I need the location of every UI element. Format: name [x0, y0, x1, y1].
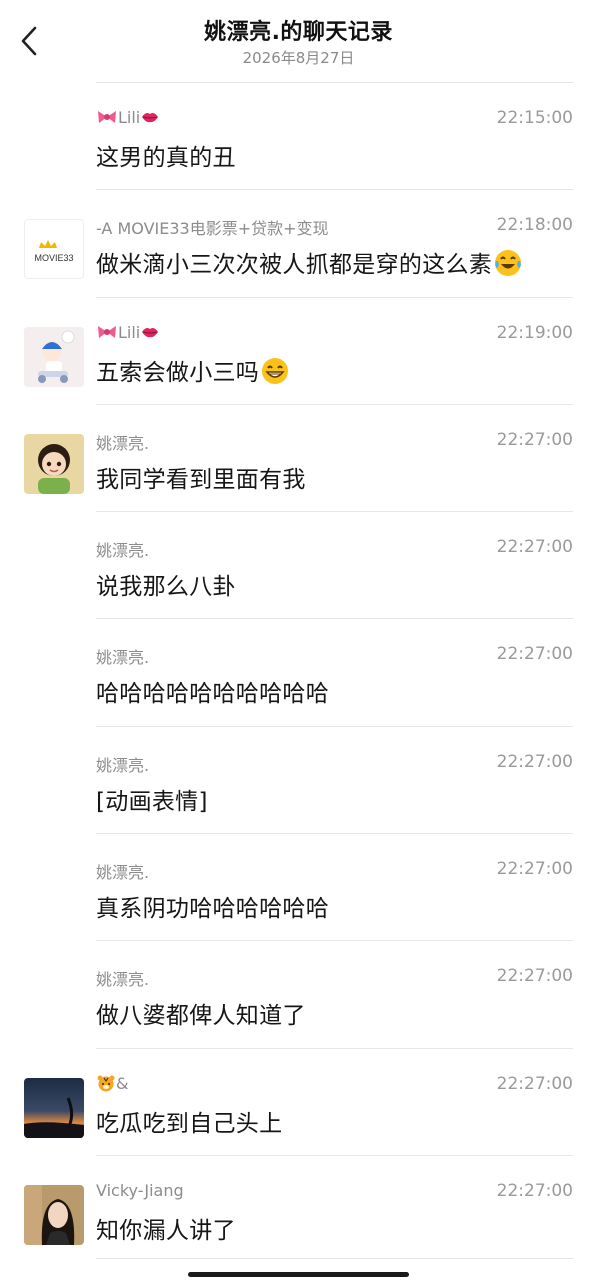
message-text: 知你漏人讲了 — [96, 1217, 236, 1244]
message-time: 22:19:00 — [496, 322, 573, 343]
message-text: [动画表情] — [96, 788, 208, 815]
divider — [96, 1047, 573, 1049]
sender-name: 姚漂亮. — [96, 755, 150, 775]
message-text: 做八婆都俾人知道了 — [96, 1003, 306, 1030]
message-text: 吃瓜吃到自己头上 — [96, 1110, 283, 1137]
sender-name: Vicky-Jiang — [96, 1180, 184, 1200]
ribbon-bow-icon — [98, 325, 116, 338]
sender-name: 姚漂亮. — [96, 541, 150, 561]
divider — [96, 1258, 573, 1259]
tiger-face-icon — [97, 1075, 115, 1092]
message-time: 22:27:00 — [496, 429, 573, 450]
sender-name: 姚漂亮. — [96, 433, 150, 453]
sender-name: 姚漂亮. — [96, 648, 150, 668]
divider — [96, 403, 573, 405]
message-time: 22:27:00 — [496, 1180, 573, 1201]
message-item[interactable]: & 22:27:00 吃瓜吃到自己头上 — [0, 1047, 597, 1155]
message-item[interactable]: 姚漂亮. 22:27:00 我同学看到里面有我 — [0, 403, 597, 511]
home-indicator[interactable] — [188, 1272, 409, 1277]
message-item[interactable]: 姚漂亮. 22:27:00 [动画表情] — [0, 725, 597, 833]
divider — [96, 618, 573, 620]
sender-name: 姚漂亮. — [96, 970, 150, 990]
avatar[interactable] — [24, 326, 84, 387]
divider — [96, 940, 573, 942]
divider — [96, 833, 573, 835]
message-text: 哈哈哈哈哈哈哈哈哈哈 — [96, 681, 329, 708]
message-time: 22:18:00 — [496, 215, 573, 236]
message-time: 22:27:00 — [496, 859, 573, 880]
avatar[interactable] — [24, 1077, 84, 1138]
message-text: 做米滴小三次次被人抓都是穿的这么素 — [96, 245, 523, 279]
laughing-tears-emoji-icon — [495, 250, 522, 277]
message-item[interactable]: 姚漂亮. 22:27:00 真系阴功哈哈哈哈哈哈 — [0, 833, 597, 940]
message-time: 22:27:00 — [496, 966, 573, 987]
message-list[interactable]: Lili 22:15:00 这男的真的丑 MOVIE33 -A MOVIE33电… — [0, 82, 597, 1262]
chat-date: 2026年8月27日 — [242, 49, 355, 67]
avatar[interactable]: MOVIE33 — [24, 219, 84, 280]
page-title: 姚漂亮.的聊天记录 — [204, 20, 393, 45]
woman-photo-avatar — [24, 1184, 84, 1245]
message-text: 说我那么八卦 — [96, 574, 236, 601]
message-text: 五索会做小三吗 — [96, 353, 290, 387]
avatar[interactable] — [24, 433, 84, 494]
message-item[interactable]: 姚漂亮. 22:27:00 做八婆都俾人知道了 — [0, 940, 597, 1047]
divider — [96, 296, 573, 298]
sunset-photo-avatar — [24, 1077, 84, 1138]
sender-name: 姚漂亮. — [96, 863, 150, 883]
divider — [96, 511, 573, 513]
avatar[interactable] — [24, 1184, 84, 1245]
divider — [96, 1154, 573, 1156]
message-time: 22:27:00 — [496, 1073, 573, 1094]
sender-name: Lili — [96, 108, 160, 127]
divider — [96, 82, 573, 83]
message-time: 22:27:00 — [496, 537, 573, 558]
cartoon-girl-avatar — [24, 433, 84, 494]
message-item[interactable]: Lili 22:19:00 五索会做小三吗 — [0, 296, 597, 404]
message-time: 22:15:00 — [496, 108, 573, 128]
sender-name: -A MOVIE33电影票+贷款+变现 — [96, 219, 329, 239]
avatar-logo-text: MOVIE33 — [34, 253, 73, 263]
sender-name: Lili — [96, 323, 160, 342]
kiss-lips-icon — [142, 327, 159, 337]
message-item[interactable]: MOVIE33 -A MOVIE33电影票+贷款+变现 22:18:00 做米滴… — [0, 189, 597, 296]
cartoon-scooter-avatar — [24, 326, 84, 387]
message-item[interactable]: Lili 22:15:00 这男的真的丑 — [0, 82, 597, 189]
movie33-logo: MOVIE33 — [34, 240, 74, 263]
divider — [96, 725, 573, 727]
kiss-lips-icon — [142, 113, 159, 123]
message-time: 22:27:00 — [496, 644, 573, 665]
message-item[interactable]: 姚漂亮. 22:27:00 哈哈哈哈哈哈哈哈哈哈 — [0, 618, 597, 725]
ribbon-bow-icon — [98, 111, 116, 123]
message-text: 真系阴功哈哈哈哈哈哈 — [96, 896, 329, 923]
message-text: 这男的真的丑 — [96, 145, 236, 171]
divider — [96, 189, 573, 191]
message-item[interactable]: Vicky-Jiang 22:27:00 知你漏人讲了 — [0, 1154, 597, 1262]
header: 姚漂亮.的聊天记录 2026年8月27日 — [0, 0, 597, 84]
message-time: 22:27:00 — [496, 751, 573, 772]
grinning-emoji-icon — [262, 357, 289, 384]
message-item[interactable]: 姚漂亮. 22:27:00 说我那么八卦 — [0, 511, 597, 618]
sender-name: & — [96, 1074, 128, 1093]
message-text: 我同学看到里面有我 — [96, 466, 306, 493]
